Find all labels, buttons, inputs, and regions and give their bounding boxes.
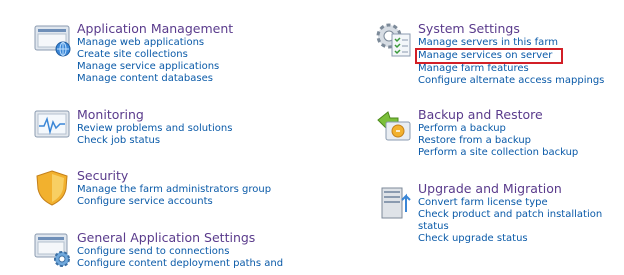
review-problems-link[interactable]: Review problems and solutions [77,123,232,135]
system-settings-title[interactable]: System Settings [418,22,604,37]
manage-services-on-server-link[interactable]: Manage services on server [415,48,563,64]
manage-servers-link[interactable]: Manage servers in this farm [418,37,604,49]
section-text: Backup and Restore Perform a backup Rest… [418,108,578,159]
configure-service-accounts-link[interactable]: Configure service accounts [77,196,271,208]
security-title[interactable]: Security [77,169,271,184]
create-site-collections-link[interactable]: Create site collections [77,49,233,61]
manage-service-applications-link[interactable]: Manage service applications [77,61,233,73]
configure-alternate-access-mappings-link[interactable]: Configure alternate access mappings [418,75,604,87]
application-management-title[interactable]: Application Management [77,22,233,37]
general-settings-icon [33,231,70,267]
monitoring-icon [33,108,70,144]
manage-farm-features-link[interactable]: Manage farm features [418,63,604,75]
section-text: System Settings Manage servers in this f… [415,22,604,87]
check-product-patch-installation-link[interactable]: Check product and patch installation [418,209,602,221]
convert-farm-license-link[interactable]: Convert farm license type [418,197,602,209]
section-text: Application Management Manage web applic… [77,22,233,85]
restore-from-backup-link[interactable]: Restore from a backup [418,135,578,147]
backup-restore-title[interactable]: Backup and Restore [418,108,578,123]
upgrade-migration-title[interactable]: Upgrade and Migration [418,182,602,197]
check-upgrade-status-link[interactable]: Check upgrade status [418,233,602,245]
configure-content-deployment-paths-link[interactable]: Configure content deployment paths and [77,258,283,270]
general-application-settings-title[interactable]: General Application Settings [77,231,283,246]
section-text: Security Manage the farm administrators … [77,169,271,208]
check-product-patch-installation-link-continued[interactable]: status [418,221,602,233]
section-text: Upgrade and Migration Convert farm licen… [418,182,602,245]
security-shield-icon [33,169,69,206]
section-text: General Application Settings Configure s… [77,231,283,270]
system-settings-icon [374,22,411,58]
upgrade-migration-icon [374,182,411,219]
configure-send-to-connections-link[interactable]: Configure send to connections [77,246,283,258]
manage-content-databases-link[interactable]: Manage content databases [77,73,233,85]
monitoring-title[interactable]: Monitoring [77,108,232,123]
application-management-icon [33,22,71,58]
perform-site-collection-backup-link[interactable]: Perform a site collection backup [418,147,578,159]
check-job-status-link[interactable]: Check job status [77,135,232,147]
manage-web-applications-link[interactable]: Manage web applications [77,37,233,49]
section-text: Monitoring Review problems and solutions… [77,108,232,147]
backup-restore-icon [374,108,411,144]
manage-farm-admins-link[interactable]: Manage the farm administrators group [77,184,271,196]
perform-backup-link[interactable]: Perform a backup [418,123,578,135]
